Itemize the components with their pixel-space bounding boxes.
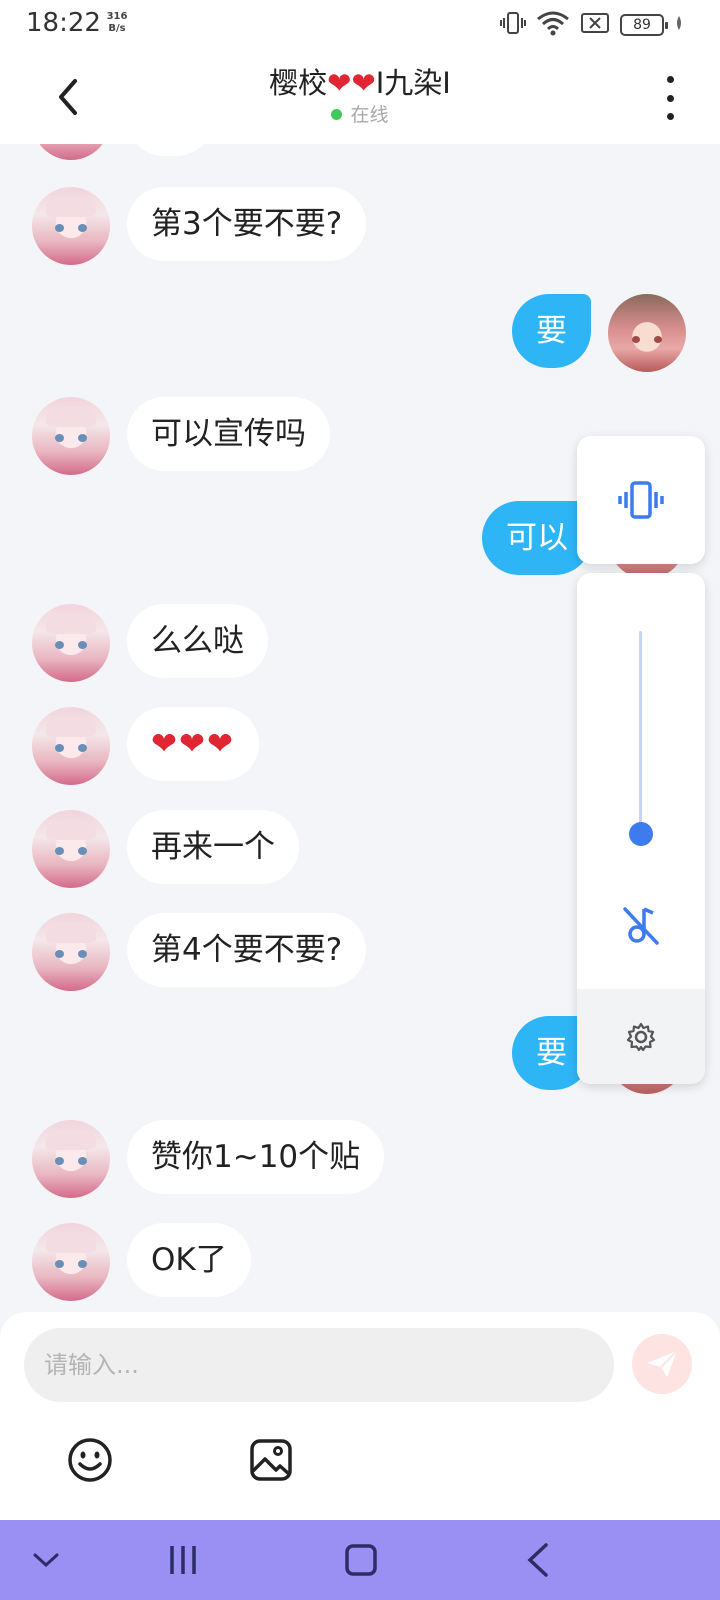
vibrate-icon <box>500 10 526 40</box>
back-icon <box>527 1543 548 1577</box>
send-icon <box>647 1350 678 1377</box>
message-bubble-partial <box>127 144 213 156</box>
my-avatar[interactable] <box>608 294 686 372</box>
message-bubble-received[interactable]: ❤❤❤ <box>127 707 259 781</box>
network-speed: 316 B/s <box>106 11 128 35</box>
contact-avatar[interactable] <box>32 604 110 682</box>
charging-icon <box>674 15 684 35</box>
recent-apps-icon <box>170 1546 196 1574</box>
network-speed-unit: B/s <box>108 23 126 34</box>
message-bubble-received[interactable]: 再来一个 <box>127 810 299 884</box>
chat-title: 樱校❤❤I九染I <box>0 60 720 102</box>
contact-avatar[interactable] <box>32 913 110 991</box>
status-time: 18:22 <box>26 8 101 38</box>
message-bubble-received[interactable]: OK了 <box>127 1223 251 1297</box>
media-mute-button[interactable] <box>619 903 663 947</box>
message-input[interactable] <box>24 1328 614 1402</box>
music-off-icon <box>623 907 659 945</box>
volume-slider-track[interactable] <box>639 631 642 845</box>
more-dot <box>666 76 674 83</box>
ring-mode-button[interactable] <box>577 436 705 564</box>
status-bar: 18:22 316 B/s 89 <box>0 0 720 50</box>
title-suffix: I九染I <box>375 66 451 100</box>
sound-settings-button[interactable] <box>577 989 705 1084</box>
volume-panel <box>577 573 705 1084</box>
message-bubble-received[interactable]: 第3个要不要? <box>127 187 367 261</box>
title-hearts: ❤❤ <box>327 66 376 100</box>
send-button[interactable] <box>632 1334 692 1394</box>
home-button[interactable] <box>335 1534 387 1586</box>
vibrate-icon <box>618 481 664 519</box>
online-status: 在线 <box>0 100 720 127</box>
contact-avatar[interactable] <box>32 1223 110 1301</box>
recent-apps-button[interactable] <box>157 1534 209 1586</box>
contact-avatar[interactable] <box>32 144 110 160</box>
more-dot <box>666 94 674 102</box>
no-sim-icon <box>580 12 610 38</box>
contact-avatar[interactable] <box>32 707 110 785</box>
gear-icon <box>626 1022 656 1051</box>
status-icons: 89 <box>500 10 684 40</box>
message-bubble-received[interactable]: 可以宣传吗 <box>127 397 330 471</box>
battery-icon: 89 <box>620 14 668 36</box>
more-dot <box>666 113 674 120</box>
chevron-down-icon <box>33 1553 59 1568</box>
wifi-icon <box>536 10 570 40</box>
contact-avatar[interactable] <box>32 397 110 475</box>
more-options-button[interactable] <box>660 76 680 120</box>
network-speed-value: 316 <box>106 11 128 22</box>
message-bubble-received[interactable]: 么么哒 <box>127 604 268 678</box>
contact-avatar[interactable] <box>32 810 110 888</box>
composer <box>0 1312 720 1520</box>
contact-avatar[interactable] <box>32 187 110 265</box>
contact-avatar[interactable] <box>32 1120 110 1198</box>
online-status-text: 在线 <box>350 104 389 126</box>
home-icon <box>345 1544 377 1576</box>
message-bubble-sent[interactable]: 可以 <box>482 501 592 575</box>
system-back-button[interactable] <box>512 1534 564 1586</box>
image-button[interactable] <box>246 1435 296 1485</box>
title-prefix: 樱校 <box>269 66 328 100</box>
message-bubble-sent[interactable]: 要 <box>512 294 591 368</box>
chat-header: 樱校❤❤I九染I 在线 <box>0 50 720 144</box>
volume-slider-thumb[interactable] <box>629 822 653 847</box>
online-dot <box>331 109 343 120</box>
emoji-icon <box>68 1438 112 1482</box>
emoji-button[interactable] <box>65 1435 115 1485</box>
image-icon <box>250 1439 292 1481</box>
system-nav-bar <box>0 1520 720 1600</box>
message-bubble-received[interactable]: 第4个要不要? <box>127 913 367 987</box>
message-bubble-received[interactable]: 赞你1~10个贴 <box>127 1120 385 1194</box>
hide-nav-button[interactable] <box>20 1534 72 1586</box>
